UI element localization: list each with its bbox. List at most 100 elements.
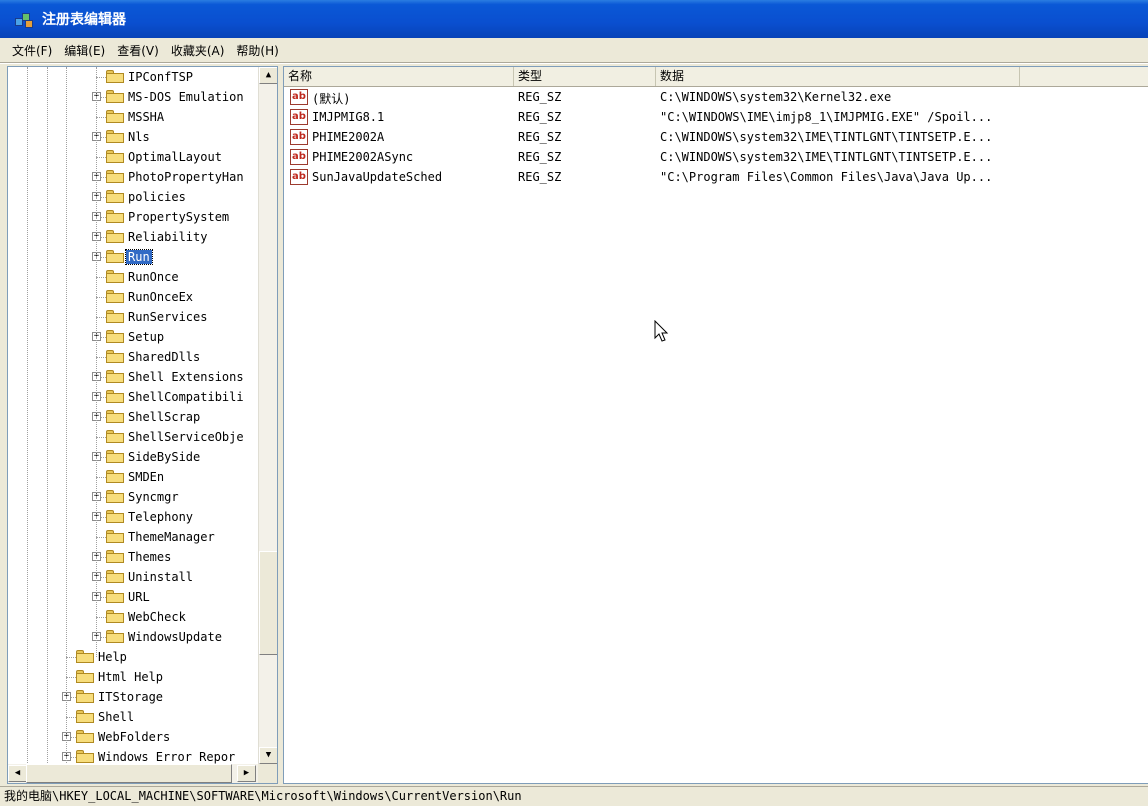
- tree-item[interactable]: SharedDlls: [8, 347, 258, 367]
- value-name[interactable]: IMJPMIG8.1: [312, 110, 384, 124]
- tree-item[interactable]: + WindowsUpdate: [8, 627, 258, 647]
- tree-item-label[interactable]: WindowsUpdate: [126, 630, 224, 644]
- tree-item-label[interactable]: RunOnceEx: [126, 290, 195, 304]
- tree-item[interactable]: + Themes: [8, 547, 258, 567]
- tree-item-label[interactable]: Run: [125, 249, 153, 265]
- tree-item-label[interactable]: IPConfTSP: [126, 70, 195, 84]
- folder-icon: [106, 410, 124, 423]
- tree-item[interactable]: + MS-DOS Emulation: [8, 87, 258, 107]
- tree-item[interactable]: + PhotoPropertyHan: [8, 167, 258, 187]
- tree-item-label[interactable]: Html Help: [96, 670, 165, 684]
- scroll-right-button[interactable]: ▶: [237, 765, 256, 782]
- tree-item[interactable]: + Uninstall: [8, 567, 258, 587]
- tree-item-label[interactable]: ITStorage: [96, 690, 165, 704]
- tree-item[interactable]: WebCheck: [8, 607, 258, 627]
- tree-item-label[interactable]: MSSHA: [126, 110, 166, 124]
- tree-item-label[interactable]: Help: [96, 650, 129, 664]
- tree-item-label[interactable]: SideBySide: [126, 450, 202, 464]
- tree-item[interactable]: IPConfTSP: [8, 67, 258, 87]
- tree-item-label[interactable]: OptimalLayout: [126, 150, 224, 164]
- tree-item[interactable]: RunServices: [8, 307, 258, 327]
- tree-item[interactable]: ThemeManager: [8, 527, 258, 547]
- tree-item[interactable]: + Nls: [8, 127, 258, 147]
- scroll-down-button[interactable]: ▼: [259, 747, 277, 764]
- tree-item[interactable]: + PropertySystem: [8, 207, 258, 227]
- key-tree-pane[interactable]: IPConfTSP + MS-DOS Emulation MSSHA + Nls Optim…: [7, 66, 278, 784]
- tree-item-label[interactable]: Uninstall: [126, 570, 195, 584]
- tree-item-label[interactable]: ShellScrap: [126, 410, 202, 424]
- tree-item[interactable]: + ShellCompatibili: [8, 387, 258, 407]
- tree-horizontal-scroll-thumb[interactable]: [26, 764, 232, 783]
- tree-item[interactable]: RunOnce: [8, 267, 258, 287]
- tree-item[interactable]: + URL: [8, 587, 258, 607]
- value-name[interactable]: SunJavaUpdateSched: [312, 170, 442, 184]
- value-row[interactable]: ab SunJavaUpdateSched REG_SZ "C:\Program Fi…: [284, 167, 1148, 187]
- tree-item-label[interactable]: Reliability: [126, 230, 209, 244]
- values-list-pane[interactable]: 名称 类型 数据 ab (默认) REG_SZ C:\WINDOWS\system32…: [283, 66, 1148, 784]
- tree-item[interactable]: + ITStorage: [8, 687, 258, 707]
- column-header-data[interactable]: 数据: [656, 67, 1020, 86]
- tree-item[interactable]: + Telephony: [8, 507, 258, 527]
- tree-item[interactable]: MSSHA: [8, 107, 258, 127]
- tree-item-label[interactable]: ThemeManager: [126, 530, 217, 544]
- tree-item[interactable]: SMDEn: [8, 467, 258, 487]
- tree-item[interactable]: + Syncmgr: [8, 487, 258, 507]
- tree-item-label[interactable]: WebFolders: [96, 730, 172, 744]
- tree-item-label[interactable]: Shell Extensions: [126, 370, 246, 384]
- value-row[interactable]: ab PHIME2002ASync REG_SZ C:\WINDOWS\system3…: [284, 147, 1148, 167]
- tree-item-label[interactable]: MS-DOS Emulation: [126, 90, 246, 104]
- tree-item-label[interactable]: URL: [126, 590, 152, 604]
- tree-item-label[interactable]: SMDEn: [126, 470, 166, 484]
- tree-item[interactable]: Shell: [8, 707, 258, 727]
- value-name[interactable]: (默认): [312, 90, 350, 107]
- scroll-up-button[interactable]: ▲: [259, 67, 277, 84]
- tree-item[interactable]: + Setup: [8, 327, 258, 347]
- folder-icon: [106, 230, 124, 243]
- tree-item[interactable]: Help: [8, 647, 258, 667]
- column-header-type[interactable]: 类型: [514, 67, 656, 86]
- menu-favorites[interactable]: 收藏夹(A): [165, 42, 231, 59]
- tree-item-label[interactable]: Syncmgr: [126, 490, 181, 504]
- tree-item[interactable]: + Shell Extensions: [8, 367, 258, 387]
- tree-vertical-scrollbar[interactable]: ▲ ▼: [258, 67, 277, 764]
- tree-item[interactable]: RunOnceEx: [8, 287, 258, 307]
- tree-item[interactable]: + SideBySide: [8, 447, 258, 467]
- value-row[interactable]: ab (默认) REG_SZ C:\WINDOWS\system32\Kernel32…: [284, 87, 1148, 107]
- menu-file[interactable]: 文件(F): [6, 42, 58, 59]
- tree-item-label[interactable]: PhotoPropertyHan: [126, 170, 246, 184]
- tree-item-label[interactable]: policies: [126, 190, 188, 204]
- column-header-name[interactable]: 名称: [284, 67, 514, 86]
- tree-item-label[interactable]: RunServices: [126, 310, 209, 324]
- tree-item-label[interactable]: Themes: [126, 550, 173, 564]
- menu-edit[interactable]: 编辑(E): [58, 42, 111, 59]
- tree-item[interactable]: + WebFolders: [8, 727, 258, 747]
- scroll-left-button[interactable]: ◀: [8, 765, 27, 782]
- tree-vertical-scroll-thumb[interactable]: [259, 551, 277, 655]
- folder-icon: [106, 450, 124, 463]
- tree-item-label[interactable]: ShellCompatibili: [126, 390, 246, 404]
- value-name[interactable]: PHIME2002A: [312, 130, 384, 144]
- value-row[interactable]: ab IMJPMIG8.1 REG_SZ "C:\WINDOWS\IME\imjp8_…: [284, 107, 1148, 127]
- tree-item[interactable]: + Reliability: [8, 227, 258, 247]
- tree-item-label[interactable]: Nls: [126, 130, 152, 144]
- menu-help[interactable]: 帮助(H): [230, 42, 284, 59]
- tree-item[interactable]: Html Help: [8, 667, 258, 687]
- tree-item-label[interactable]: Windows Error Repor: [96, 750, 237, 764]
- tree-item[interactable]: OptimalLayout: [8, 147, 258, 167]
- tree-item-label[interactable]: WebCheck: [126, 610, 188, 624]
- tree-item-label[interactable]: Setup: [126, 330, 166, 344]
- tree-item-label[interactable]: Telephony: [126, 510, 195, 524]
- menu-view[interactable]: 查看(V): [111, 42, 165, 59]
- tree-item-label[interactable]: PropertySystem: [126, 210, 231, 224]
- tree-item[interactable]: + ShellScrap: [8, 407, 258, 427]
- tree-item[interactable]: + Run: [8, 247, 258, 267]
- tree-item-label[interactable]: SharedDlls: [126, 350, 202, 364]
- tree-item[interactable]: ShellServiceObje: [8, 427, 258, 447]
- tree-item-label[interactable]: RunOnce: [126, 270, 181, 284]
- tree-item[interactable]: + policies: [8, 187, 258, 207]
- tree-item-label[interactable]: ShellServiceObje: [126, 430, 246, 444]
- tree-item-label[interactable]: Shell: [96, 710, 136, 724]
- value-name[interactable]: PHIME2002ASync: [312, 150, 413, 164]
- tree-horizontal-scrollbar[interactable]: ◀ ▶: [8, 764, 258, 783]
- value-row[interactable]: ab PHIME2002A REG_SZ C:\WINDOWS\system32\IM…: [284, 127, 1148, 147]
